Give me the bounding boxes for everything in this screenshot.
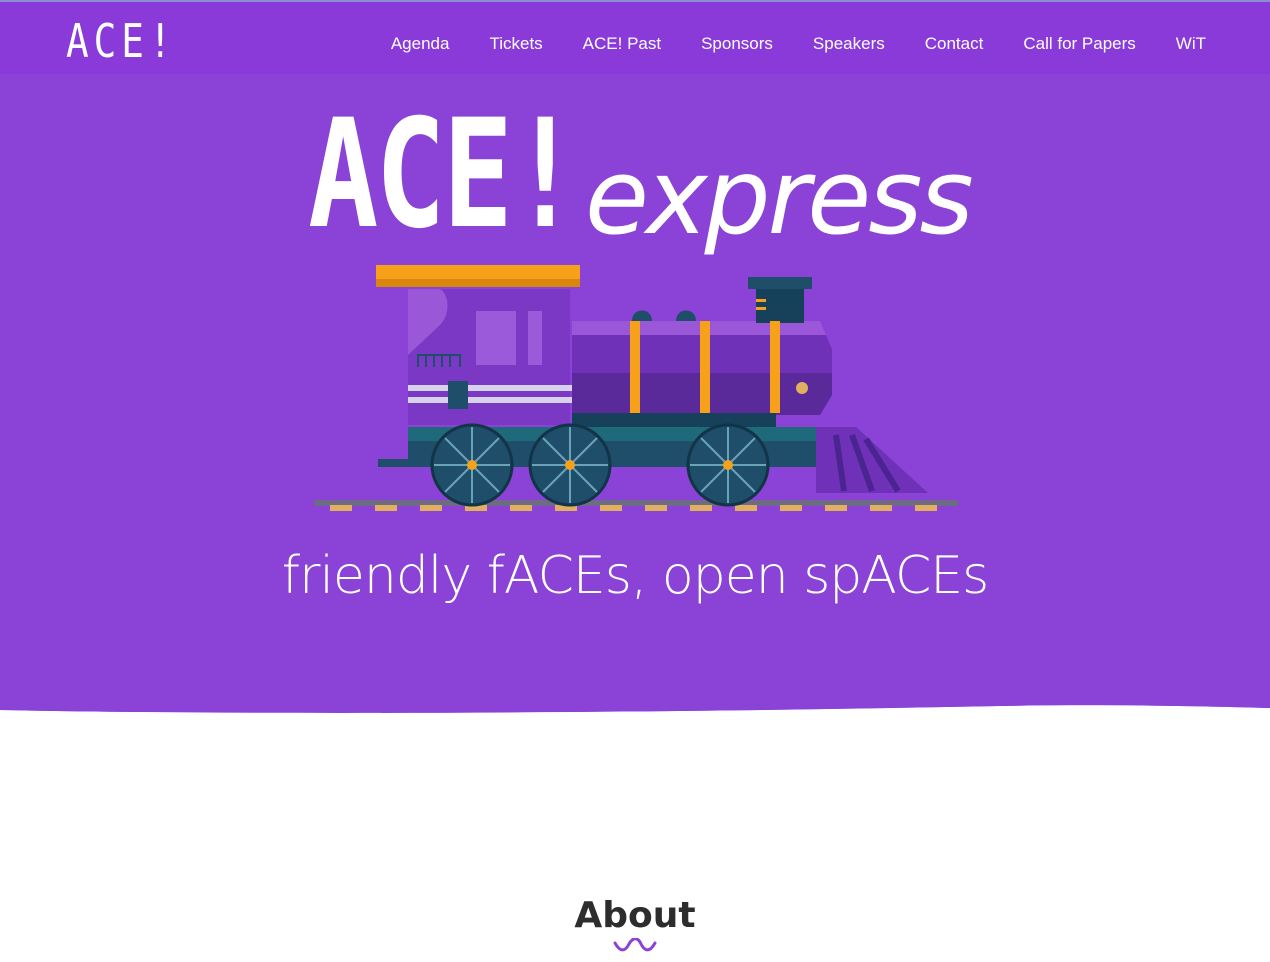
nav-sponsors[interactable]: Sponsors: [701, 32, 773, 56]
nav-wit[interactable]: WiT: [1176, 32, 1206, 56]
main-nav: Agenda Tickets ACE! Past Sponsors Speake…: [351, 32, 1206, 56]
nav-contact[interactable]: Contact: [925, 32, 984, 56]
hero-title-ace: ACE!: [308, 88, 580, 262]
site-logo[interactable]: ACE!: [66, 18, 177, 64]
nav-agenda[interactable]: Agenda: [391, 32, 450, 56]
hero-title-express: express: [585, 136, 974, 258]
nav-speakers[interactable]: Speakers: [813, 32, 885, 56]
squiggle-icon: [613, 938, 657, 952]
hero-wave-divider: [0, 690, 1270, 730]
train-illustration: [314, 265, 958, 511]
top-navbar: ACE! Agenda Tickets ACE! Past Sponsors S…: [0, 0, 1270, 74]
nav-ace-past[interactable]: ACE! Past: [583, 32, 661, 56]
nav-tickets[interactable]: Tickets: [489, 32, 542, 56]
about-heading: About: [574, 895, 696, 936]
hero-tagline: friendly fACEs, open spACEs: [281, 546, 989, 606]
nav-call-for-papers[interactable]: Call for Papers: [1023, 32, 1135, 56]
